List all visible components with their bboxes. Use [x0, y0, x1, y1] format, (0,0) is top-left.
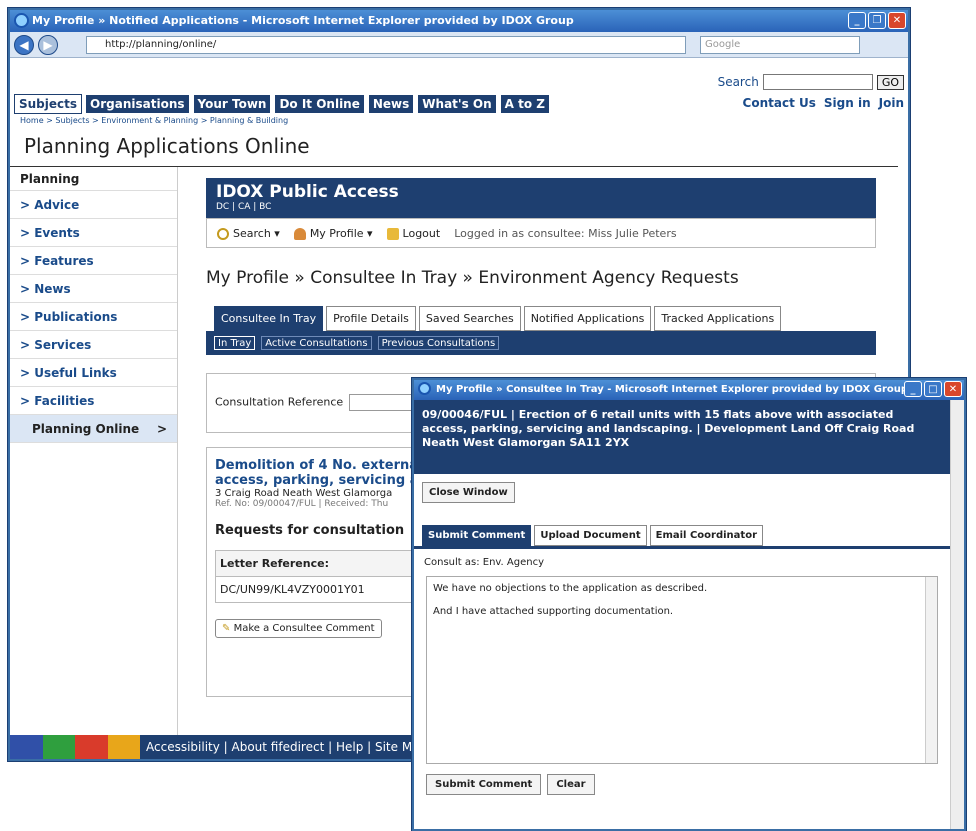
consult-as-label: Consult as: Env. Agency — [424, 557, 544, 568]
make-comment-label: Make a Consultee Comment — [233, 623, 375, 634]
logout-label: Logout — [402, 227, 441, 240]
search-menu[interactable]: Search ▾ — [217, 219, 280, 247]
join-link[interactable]: Join — [879, 96, 904, 110]
popup-window: My Profile » Consultee In Tray - Microso… — [412, 378, 966, 831]
popup-minimize-button[interactable]: _ — [904, 381, 922, 397]
comment-textarea[interactable]: We have no objections to the application… — [426, 576, 938, 764]
sign-in-link[interactable]: Sign in — [824, 96, 871, 110]
page-title: Planning Applications Online — [24, 134, 310, 158]
clear-button[interactable]: Clear — [547, 774, 595, 795]
tab-a-to-z[interactable]: A to Z — [499, 94, 550, 114]
tab-news[interactable]: News — [367, 94, 415, 114]
search-menu-label: Search ▾ — [233, 227, 280, 240]
window-title: My Profile » Notified Applications - Mic… — [32, 14, 574, 27]
profile-menu-label: My Profile ▾ — [309, 227, 373, 240]
tab-email-coordinator[interactable]: Email Coordinator — [649, 525, 764, 546]
sidebar-item-features[interactable]: > Features — [10, 247, 177, 275]
pencil-icon: ✎ — [222, 623, 231, 634]
ie-icon — [14, 13, 29, 28]
tab-your-town[interactable]: Your Town — [192, 94, 272, 114]
popup-tabs: Submit Comment Upload Document Email Coo… — [422, 525, 942, 546]
tab-profile-details[interactable]: Profile Details — [326, 306, 416, 331]
footer-links[interactable]: Accessibility | About fifedirect | Help … — [146, 735, 420, 759]
subtab-previous-consultations[interactable]: Previous Consultations — [377, 336, 500, 350]
submit-comment-button[interactable]: Submit Comment — [426, 774, 542, 795]
minimize-button[interactable]: _ — [848, 12, 866, 29]
popup-maximize-button[interactable]: □ — [924, 381, 942, 397]
top-links: Contact Us Sign in Join — [743, 96, 904, 110]
ie-icon — [418, 382, 431, 395]
subtab-in-tray[interactable]: In Tray — [214, 336, 256, 350]
sidebar-item-publications[interactable]: > Publications — [10, 303, 177, 331]
tab-notified-applications[interactable]: Notified Applications — [523, 306, 652, 331]
popup-title-bar: My Profile » Consultee In Tray - Microso… — [414, 380, 964, 400]
popup-body: Close Window Submit Comment Upload Docum… — [414, 474, 950, 795]
address-bar: ◀ ▶ http://planning/online/ Google — [10, 32, 908, 58]
popup-close-button[interactable]: ✕ — [944, 381, 962, 397]
idox-title: IDOX Public Access — [216, 182, 399, 202]
search-icon — [217, 228, 229, 240]
site-search-input[interactable] — [762, 74, 873, 90]
comment-line-2: And I have attached supporting documenta… — [433, 606, 674, 617]
idox-toolbar: Search ▾ My Profile ▾ Logout Logged in a… — [206, 218, 876, 248]
popup-scrollbar[interactable] — [950, 400, 964, 829]
close-button[interactable]: ✕ — [888, 12, 906, 29]
sidebar-item-facilities[interactable]: > Facilities — [10, 387, 177, 415]
sidebar: Planning > Advice > Events > Features > … — [10, 167, 178, 759]
sidebar-heading: Planning — [10, 167, 177, 191]
sidebar-item-planning-online[interactable]: Planning Online — [10, 415, 177, 443]
forward-arrow-icon[interactable]: ▶ — [38, 35, 58, 55]
tab-upload-document[interactable]: Upload Document — [534, 525, 647, 546]
idox-header: IDOX Public Access DC | CA | BC — [206, 178, 876, 218]
search-label: Search — [717, 75, 759, 89]
maximize-button[interactable]: ❐ — [868, 12, 886, 29]
profile-menu[interactable]: My Profile ▾ — [293, 219, 373, 247]
textarea-scrollbar[interactable] — [925, 577, 937, 763]
sidebar-item-events[interactable]: > Events — [10, 219, 177, 247]
sub-tabs: In Tray Active Consultations Previous Co… — [206, 331, 876, 355]
tab-organisations[interactable]: Organisations — [85, 94, 190, 114]
tab-submit-comment[interactable]: Submit Comment — [422, 525, 532, 546]
consultation-reference-label: Consultation Reference — [215, 395, 344, 409]
search-provider-field[interactable]: Google — [700, 36, 860, 54]
sidebar-item-services[interactable]: > Services — [10, 331, 177, 359]
logged-in-text: Logged in as consultee: Miss Julie Peter… — [454, 227, 677, 240]
main-title-bar: My Profile » Notified Applications - Mic… — [10, 10, 908, 32]
tab-do-it-online[interactable]: Do It Online — [274, 94, 365, 114]
sidebar-item-useful-links[interactable]: > Useful Links — [10, 359, 177, 387]
site-tabs: Subjects Organisations Your Town Do It O… — [14, 94, 550, 114]
popup-buttons: Submit Comment Clear — [426, 774, 938, 795]
sidebar-item-news[interactable]: > News — [10, 275, 177, 303]
tab-consultee-in-tray[interactable]: Consultee In Tray — [214, 306, 324, 331]
logout-link[interactable]: Logout — [386, 219, 441, 247]
site-search: Search GO — [718, 74, 904, 90]
application-header: 09/00046/FUL | Erection of 6 retail unit… — [414, 400, 950, 474]
comment-line-1: We have no objections to the application… — [433, 583, 708, 594]
sidebar-item-advice[interactable]: > Advice — [10, 191, 177, 219]
profile-tabs: Consultee In Tray Profile Details Saved … — [206, 306, 876, 331]
content-heading: My Profile » Consultee In Tray » Environ… — [206, 268, 739, 288]
tab-subjects[interactable]: Subjects — [14, 94, 83, 114]
lock-icon — [386, 228, 399, 240]
go-button[interactable]: GO — [876, 74, 904, 90]
tab-whats-on[interactable]: What's On — [417, 94, 497, 114]
popup-title: My Profile » Consultee In Tray - Microso… — [436, 384, 909, 395]
breadcrumb[interactable]: Home > Subjects > Environment & Planning… — [20, 116, 288, 125]
url-field[interactable]: http://planning/online/ — [86, 36, 686, 54]
user-icon — [293, 228, 306, 240]
footer-color-bars — [10, 735, 140, 759]
tab-tracked-applications[interactable]: Tracked Applications — [654, 306, 782, 331]
make-comment-button[interactable]: ✎ Make a Consultee Comment — [215, 619, 382, 638]
close-window-button[interactable]: Close Window — [422, 482, 515, 503]
tab-saved-searches[interactable]: Saved Searches — [418, 306, 521, 331]
subtab-active-consultations[interactable]: Active Consultations — [261, 336, 372, 350]
contact-us-link[interactable]: Contact Us — [743, 96, 816, 110]
back-arrow-icon[interactable]: ◀ — [14, 35, 34, 55]
tab-underline — [414, 546, 950, 549]
idox-subtitle: DC | CA | BC — [216, 202, 272, 212]
